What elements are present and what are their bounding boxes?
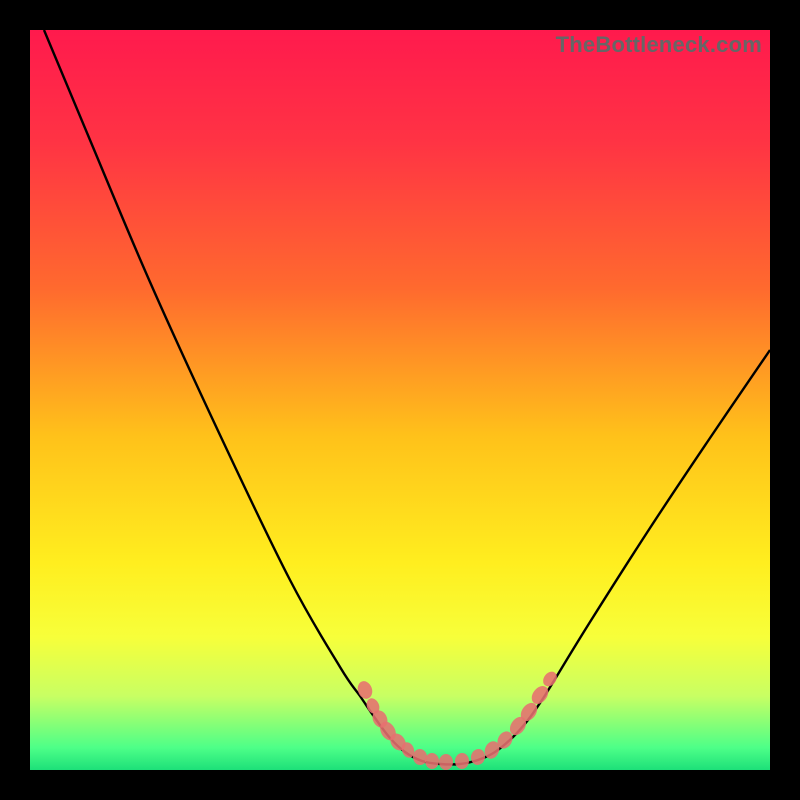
- chart-background: [30, 30, 770, 770]
- watermark-text: TheBottleneck.com: [556, 32, 762, 58]
- data-marker: [439, 754, 453, 770]
- chart-frame: TheBottleneck.com: [30, 30, 770, 770]
- data-marker: [425, 753, 439, 769]
- bottleneck-chart: [30, 30, 770, 770]
